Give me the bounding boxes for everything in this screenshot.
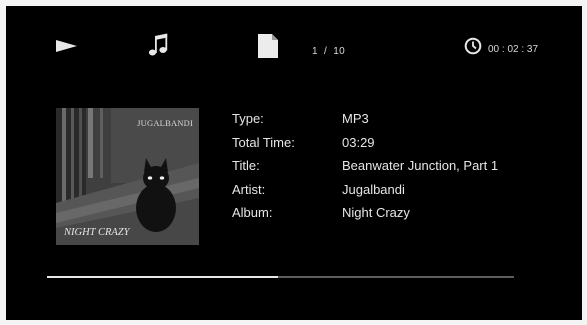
total-time-value: 03:29 (342, 134, 375, 150)
total-time-label: Total Time: (232, 134, 295, 150)
album-value: Night Crazy (342, 205, 410, 220)
play-icon[interactable] (56, 39, 78, 58)
media-player-screen: 1 / 10 00 : 02 : 37 JUGALBANDI NIGHT CRA… (6, 6, 582, 320)
progress-fill (47, 276, 279, 278)
info-row-title: Title: Beanwater Junction, Part 1 (232, 158, 498, 182)
info-row-type: Type: MP3 (232, 111, 498, 135)
artist-value: Jugalbandi (342, 181, 405, 197)
title-label: Title: (232, 158, 260, 173)
info-row-artist: Artist: Jugalbandi (232, 182, 498, 206)
music-note-icon[interactable] (148, 33, 168, 62)
track-info: Type: MP3 Total Time: 03:29 Title: Beanw… (232, 111, 498, 229)
type-label: Type: (232, 111, 264, 126)
artist-label: Artist: (232, 181, 266, 197)
clock-icon (464, 37, 482, 60)
elapsed-time: 00 : 02 : 37 (488, 44, 539, 55)
title-value: Beanwater Junction, Part 1 (342, 158, 499, 173)
info-row-total-time: Total Time: 03:29 (232, 135, 498, 159)
progress-bar[interactable] (47, 276, 514, 278)
info-row-album: Album: Night Crazy (232, 205, 498, 229)
album-label: Album: (232, 205, 273, 220)
file-icon[interactable] (258, 34, 278, 63)
album-cover: JUGALBANDI NIGHT CRAZY (56, 108, 199, 245)
album-cover-title-text: NIGHT CRAZY (64, 227, 130, 238)
album-cover-band-text: JUGALBANDI (137, 118, 193, 128)
track-counter: 1 / 10 (312, 46, 345, 57)
type-value: MP3 (342, 111, 369, 126)
